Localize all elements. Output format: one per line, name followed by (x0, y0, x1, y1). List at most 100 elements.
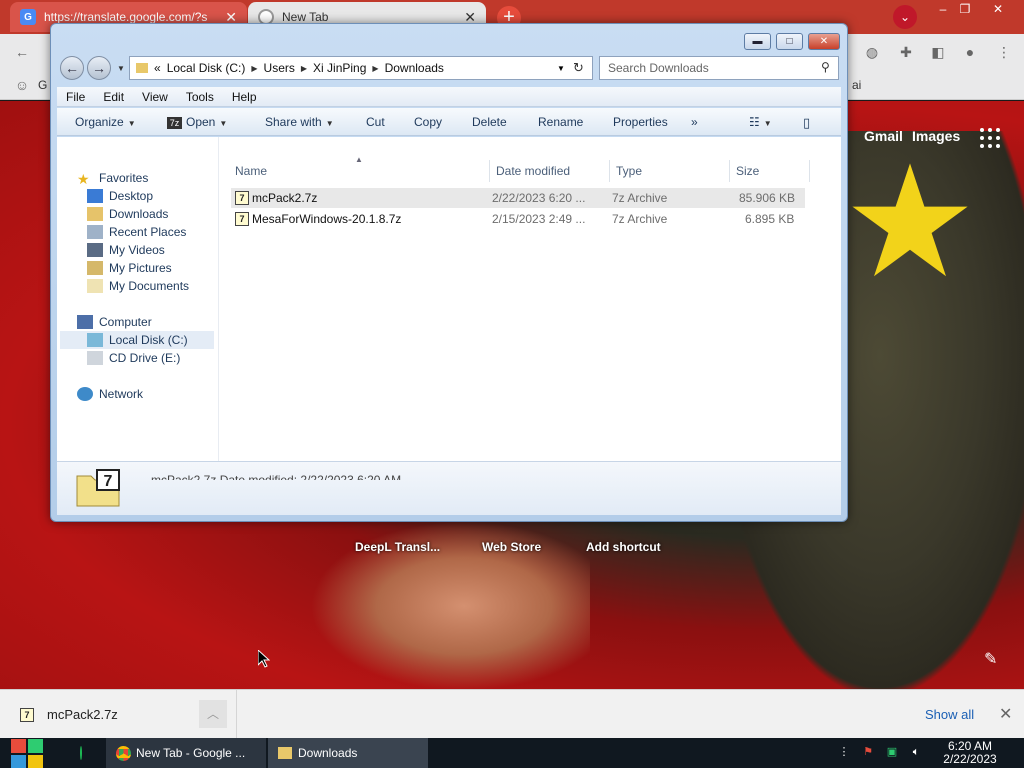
nav-cd-drive[interactable]: CD Drive (E:) (87, 349, 180, 367)
explorer-maximize-button[interactable]: □ (776, 33, 803, 50)
start-button[interactable] (10, 738, 44, 768)
share-with-label: Share with (265, 115, 322, 129)
breadcrumb-users[interactable]: Users (264, 61, 295, 75)
close-icon[interactable]: ✕ (999, 704, 1012, 724)
clock-date: 2/22/2023 (943, 752, 997, 766)
pictures-icon (87, 261, 103, 275)
side-panel-icon[interactable]: ◧ (928, 42, 948, 62)
extensions-icon[interactable]: ✚ (896, 42, 916, 62)
tab-search-icon[interactable]: ⌄ (893, 5, 917, 29)
tray-volume-icon[interactable]: 🔈︎ (908, 744, 924, 760)
view-options-icon[interactable]: ☷ ▼ (749, 115, 772, 129)
nav-recent-places-label: Recent Places (109, 225, 187, 239)
shortcut-web-store[interactable]: Web Store (482, 540, 541, 554)
add-shortcut[interactable]: Add shortcut (586, 540, 661, 554)
taskbar: New Tab - Google ... Downloads ⋮ ⚑ ▣ 🔈︎ … (0, 738, 1024, 768)
bookmark-label[interactable]: ai (852, 78, 861, 92)
profile-avatar-icon[interactable]: ● (960, 42, 980, 62)
taskbar-app-icon[interactable] (70, 738, 92, 768)
organize-button[interactable]: Organize ▼ (75, 115, 136, 129)
explorer-minimize-button[interactable]: ▬ (744, 33, 771, 50)
file-date: 2/22/2023 6:20 ... (492, 191, 586, 205)
nav-computer[interactable]: Computer (77, 313, 152, 331)
preview-pane-icon[interactable]: ▯ (803, 115, 810, 131)
chevron-down-icon: ▼ (127, 119, 136, 128)
images-link[interactable]: Images (912, 128, 960, 144)
menu-view[interactable]: View (133, 90, 177, 104)
share-with-button[interactable]: Share with ▼ (265, 115, 334, 129)
menu-kebab-icon[interactable]: ⋮ (994, 42, 1014, 62)
nav-favorites[interactable]: ★ Favorites (77, 169, 148, 187)
search-input[interactable]: Search Downloads (599, 56, 839, 80)
copy-button[interactable]: Copy (414, 115, 442, 129)
menu-file[interactable]: File (57, 90, 94, 104)
google-apps-icon[interactable] (980, 128, 1000, 148)
menu-edit[interactable]: Edit (94, 90, 133, 104)
rename-button[interactable]: Rename (538, 115, 583, 129)
nav-local-disk[interactable]: Local Disk (C:) (60, 331, 214, 349)
address-bar[interactable]: « Local Disk (C:) ▶ Users ▶ Xi JinPing ▶… (129, 56, 593, 80)
column-type[interactable]: Type (616, 164, 642, 178)
refresh-icon[interactable]: ↻ (573, 60, 584, 76)
folder-icon (136, 63, 148, 73)
command-bar: Organize ▼ 7z Open ▼ Share with ▼ Cut Copy D… (57, 108, 841, 136)
file-size: 6.895 KB (745, 212, 795, 226)
tray-overflow-icon[interactable]: ⋮ (836, 744, 852, 760)
explorer-close-button[interactable]: ✕ (808, 33, 840, 50)
network-icon (77, 387, 93, 401)
column-name[interactable]: Name (235, 164, 267, 178)
delete-button[interactable]: Delete (472, 115, 507, 129)
column-date-modified[interactable]: Date modified (496, 164, 570, 178)
column-size[interactable]: Size (736, 164, 759, 178)
profile-colors-icon[interactable]: ◍ (862, 42, 882, 62)
nav-my-documents[interactable]: My Documents (87, 277, 189, 295)
clock[interactable]: 6:20 AM 2/22/2023 (930, 740, 1010, 766)
address-dropdown-icon[interactable]: ▼ (557, 64, 565, 73)
menu-help[interactable]: Help (223, 90, 266, 104)
breadcrumb-separator-icon[interactable]: ▶ (372, 64, 378, 73)
recent-pages-dropdown-icon[interactable]: ▼ (117, 64, 125, 73)
tray-flag-icon[interactable]: ⚑ (860, 744, 876, 760)
open-button[interactable]: 7z Open ▼ (167, 115, 227, 129)
nav-my-videos[interactable]: My Videos (87, 241, 165, 259)
customize-pencil-icon[interactable]: ✎ (984, 649, 997, 669)
tray-network-icon[interactable]: ▣ (884, 744, 900, 760)
taskbar-chrome[interactable]: New Tab - Google ... (106, 738, 266, 768)
download-options-chevron-icon[interactable]: ︿ (199, 700, 227, 728)
nav-downloads[interactable]: Downloads (87, 205, 168, 223)
back-icon[interactable]: ← (12, 42, 32, 62)
properties-button[interactable]: Properties (613, 115, 668, 129)
bookmark-icon[interactable]: ☺ (12, 75, 32, 95)
menu-tools[interactable]: Tools (177, 90, 223, 104)
file-row[interactable]: 7 mcPack2.7z 2/22/2023 6:20 ... 7z Archi… (231, 188, 805, 208)
close-window-button[interactable]: ✕ (983, 0, 1013, 18)
shortcut-deepl[interactable]: DeepL Transl... (355, 540, 440, 554)
breadcrumb-separator-icon[interactable]: ▶ (251, 64, 257, 73)
nav-network[interactable]: Network (77, 385, 143, 403)
more-commands-button[interactable]: » (691, 115, 698, 129)
file-type: 7z Archive (612, 191, 668, 205)
nav-my-pictures[interactable]: My Pictures (87, 259, 172, 277)
documents-icon (87, 279, 103, 293)
taskbar-downloads[interactable]: Downloads (268, 738, 428, 768)
back-arrow-icon[interactable]: ← (60, 56, 84, 80)
breadcrumb-local-disk[interactable]: Local Disk (C:) (167, 61, 246, 75)
forward-arrow-icon[interactable]: → (87, 56, 111, 80)
file-row[interactable]: 7 MesaForWindows-20.1.8.7z 2/15/2023 2:4… (231, 209, 805, 229)
nav-recent-places[interactable]: Recent Places (87, 223, 186, 241)
gmail-link[interactable]: Gmail (864, 128, 903, 144)
svg-text:7: 7 (104, 473, 113, 490)
file-size: 85.906 KB (739, 191, 796, 205)
show-all-link[interactable]: Show all (925, 707, 974, 722)
nav-desktop[interactable]: Desktop (87, 187, 153, 205)
7zip-archive-icon: 7 (20, 707, 34, 722)
download-item[interactable]: 7 mcPack2.7z (20, 707, 118, 722)
breadcrumb-separator-icon[interactable]: ▶ (301, 64, 307, 73)
maximize-button[interactable]: ❐ (950, 0, 980, 18)
cut-button[interactable]: Cut (366, 115, 385, 129)
breadcrumb-user-folder[interactable]: Xi JinPing (313, 61, 366, 75)
search-icon[interactable]: ⚲ (821, 60, 830, 74)
crumb-overflow[interactable]: « (154, 61, 161, 75)
bookmark-label[interactable]: G (38, 78, 47, 92)
breadcrumb-downloads[interactable]: Downloads (385, 61, 444, 75)
